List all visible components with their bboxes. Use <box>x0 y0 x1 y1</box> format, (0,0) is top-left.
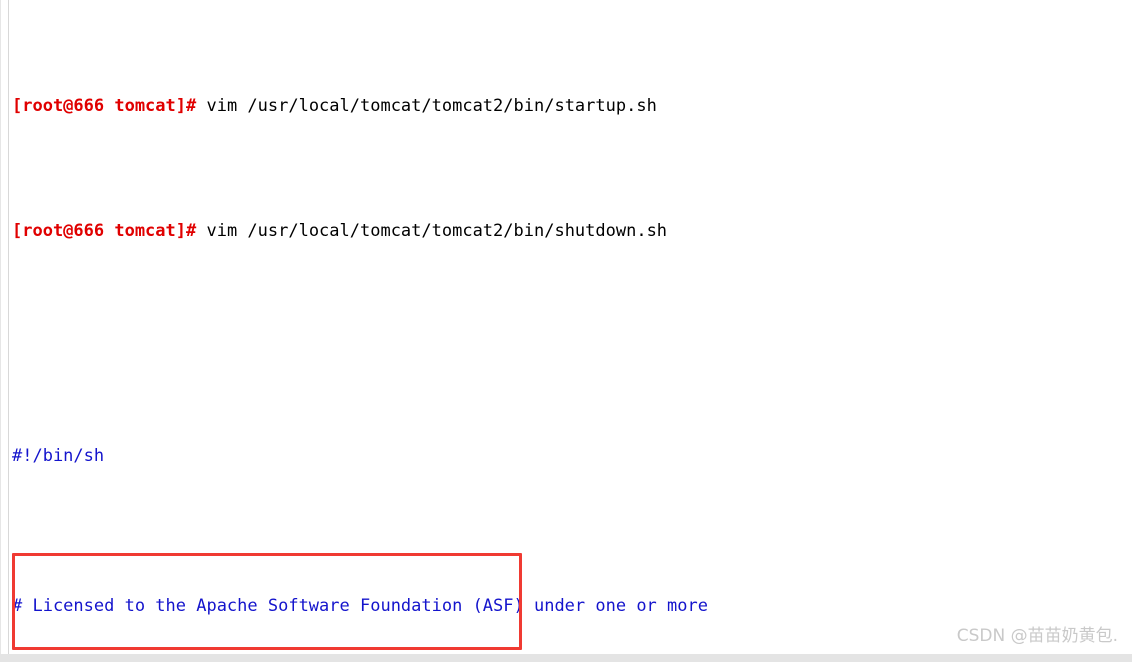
shell-line-previous: [root@666 tomcat]# vim /usr/local/tomcat… <box>12 94 1132 119</box>
shell-command-current: vim /usr/local/tomcat/tomcat2/bin/shutdo… <box>196 221 668 241</box>
shell-prompt-previous: [root@666 tomcat]# <box>12 96 197 116</box>
shell-prompt-current: [root@666 tomcat]# <box>12 221 197 241</box>
code-line-text: #!/bin/sh <box>12 446 105 466</box>
shell-command-previous: vim /usr/local/tomcat/tomcat2/bin/startu… <box>196 96 657 116</box>
csdn-watermark: CSDN @苗苗奶黄包. <box>956 626 1118 646</box>
code-line-text: # Licensed to the Apache Software Founda… <box>12 596 708 616</box>
shell-line-current: [root@666 tomcat]# vim /usr/local/tomcat… <box>12 219 1132 244</box>
terminal-screen: [root@666 tomcat]# vim /usr/local/tomcat… <box>0 0 1132 662</box>
window-bottom-bar <box>0 654 1132 662</box>
spacer-row <box>12 319 1132 344</box>
code-line: #!/bin/sh <box>12 444 1132 469</box>
terminal-text-area[interactable]: [root@666 tomcat]# vim /usr/local/tomcat… <box>12 0 1132 662</box>
code-line: # Licensed to the Apache Software Founda… <box>12 594 1132 619</box>
window-left-gutter <box>0 0 9 662</box>
